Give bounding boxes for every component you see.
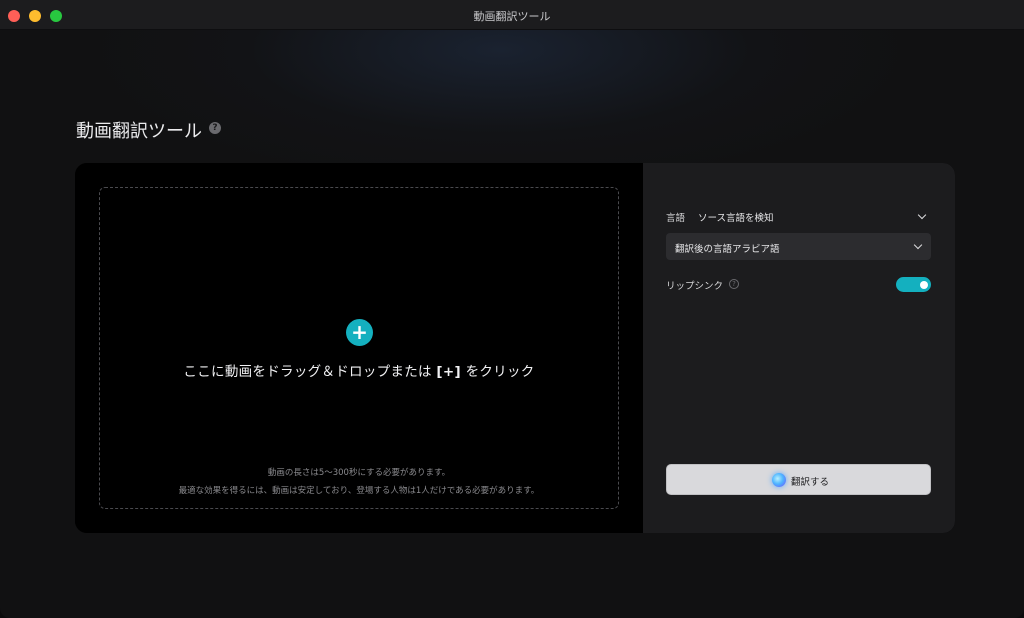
page-title: 動画翻訳ツール	[76, 121, 202, 142]
video-dropzone[interactable]: + ここに動画をドラッグ＆ドロップまたは [+] をクリック 動画の長さは5～3…	[99, 187, 619, 509]
lipsync-row: リップシンク ?	[666, 277, 931, 293]
upload-panel: + ここに動画をドラッグ＆ドロップまたは [+] をクリック 動画の長さは5～3…	[75, 163, 643, 533]
drop-instruction: ここに動画をドラッグ＆ドロップまたは [+] をクリック	[100, 360, 618, 380]
lipsync-help-icon[interactable]: ?	[729, 279, 739, 289]
settings-panel: 言語 ソース言語を検知 翻訳後の言語アラビア語 リップシンク ? 翻訳する	[643, 163, 955, 533]
chevron-down-icon	[917, 210, 927, 220]
translate-button[interactable]: 翻訳する	[666, 464, 931, 495]
chevron-down-icon	[913, 240, 923, 250]
source-language-select[interactable]: 言語 ソース言語を検知	[666, 210, 931, 226]
translate-button-label: 翻訳する	[791, 477, 830, 488]
title-bar: 動画翻訳ツール	[0, 0, 1024, 30]
ai-orb-icon	[772, 473, 786, 487]
target-language-value: 翻訳後の言語アラビア語	[675, 244, 780, 255]
lipsync-label: リップシンク	[666, 281, 724, 292]
quality-note: 最適な効果を得るには、動画は安定しており、登場する人物は1人だけである必要があり…	[178, 486, 540, 496]
add-video-button[interactable]: +	[346, 319, 373, 346]
language-label: 言語	[666, 213, 686, 224]
drop-instruction-lead: ここに動画をドラッグ＆ドロップまたは	[183, 364, 437, 380]
help-icon[interactable]: ?	[209, 122, 221, 134]
drop-instruction-tail: をクリック	[460, 364, 535, 380]
window-title: 動画翻訳ツール	[473, 10, 551, 23]
main-card: + ここに動画をドラッグ＆ドロップまたは [+] をクリック 動画の長さは5～3…	[75, 163, 955, 533]
drop-instruction-plus: [+]	[436, 364, 461, 380]
toggle-knob	[920, 280, 928, 289]
lipsync-toggle[interactable]	[896, 277, 931, 292]
target-language-select[interactable]: 翻訳後の言語アラビア語	[666, 233, 931, 260]
source-language-value: ソース言語を検知	[698, 213, 774, 224]
app-content: 動画翻訳ツール ? + ここに動画をドラッグ＆ドロップまたは [+] をクリック…	[0, 30, 1024, 618]
duration-note: 動画の長さは5～300秒にする必要があります。	[267, 468, 451, 478]
